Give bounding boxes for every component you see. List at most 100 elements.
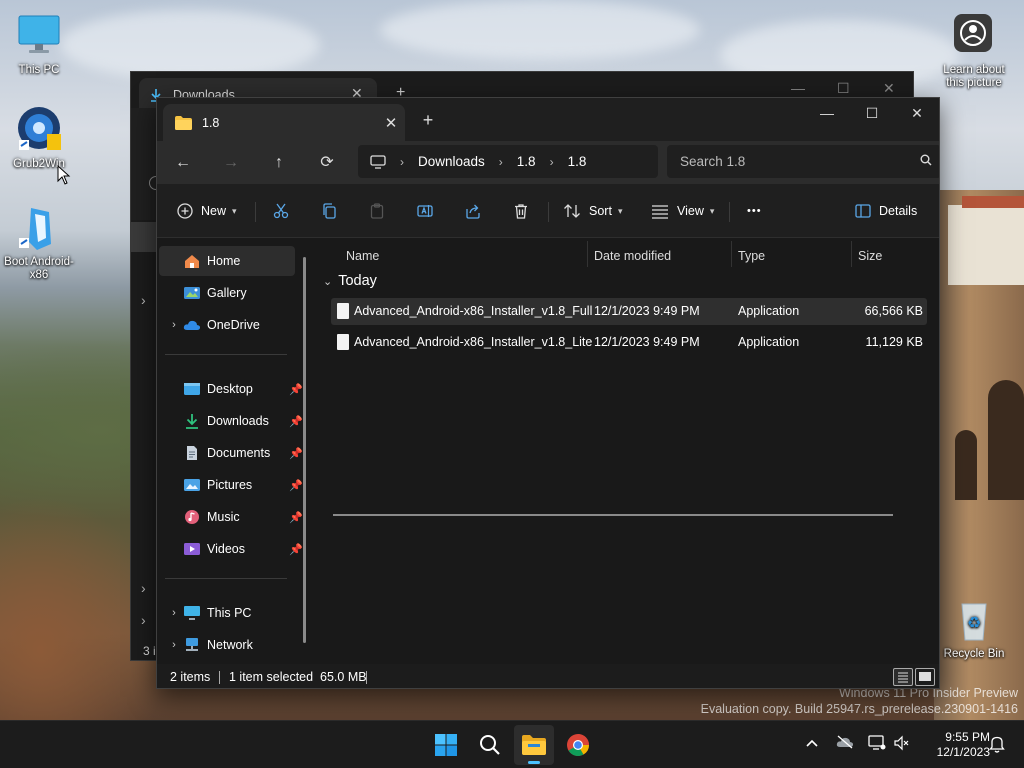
copy-button[interactable] xyxy=(321,197,337,225)
column-divider[interactable] xyxy=(587,241,588,267)
desktop-icon-this-pc[interactable]: This PC xyxy=(1,12,77,77)
sidebar-item-onedrive[interactable]: › OneDrive xyxy=(159,310,295,340)
table-row[interactable]: Advanced_Android-x86_Installer_v1.8_Full… xyxy=(331,298,927,325)
sidebar-item-pictures[interactable]: Pictures 📌 xyxy=(159,470,303,500)
taskbar-chrome[interactable] xyxy=(558,725,598,765)
pin-icon[interactable]: 📌 xyxy=(289,511,303,524)
horizontal-scrollbar[interactable] xyxy=(333,514,893,516)
onedrive-tray-icon[interactable] xyxy=(836,735,854,752)
navigation-bar: ← → ↑ ⟳ › Downloads › 1.8 › 1.8 Search 1… xyxy=(157,141,939,184)
close-button[interactable]: ✕ xyxy=(894,100,939,128)
chevron-down-icon: ▾ xyxy=(617,205,623,216)
taskbar-file-explorer[interactable] xyxy=(514,725,554,765)
column-divider[interactable] xyxy=(731,241,732,267)
details-pane-button[interactable]: Details xyxy=(855,197,917,225)
search-icon[interactable] xyxy=(911,154,939,169)
sort-icon xyxy=(564,204,580,218)
desktop-icon-boot-android[interactable]: Boot Android-x86 xyxy=(1,204,77,282)
sidebar-item-label: Home xyxy=(207,254,241,268)
pin-icon[interactable]: 📌 xyxy=(289,479,303,492)
taskbar-search-button[interactable] xyxy=(470,725,510,765)
search-box[interactable]: Search 1.8 xyxy=(667,145,939,178)
more-options-button[interactable]: ••• xyxy=(747,197,762,225)
sidebar-item-videos[interactable]: Videos 📌 xyxy=(159,534,303,564)
rename-button[interactable] xyxy=(417,197,433,225)
breadcrumb-chevron-icon[interactable]: › xyxy=(400,155,404,169)
pin-icon[interactable]: 📌 xyxy=(289,415,303,428)
breadcrumb-downloads[interactable]: Downloads xyxy=(418,154,485,169)
expand-chevron-icon[interactable]: › xyxy=(165,607,183,619)
tab-close-icon[interactable]: ✕ xyxy=(377,114,405,132)
column-header-name[interactable]: Name xyxy=(346,245,379,267)
expand-chevron-icon[interactable]: › xyxy=(165,639,183,651)
table-row[interactable]: Advanced_Android-x86_Installer_v1.8_Lite… xyxy=(331,329,927,356)
tray-overflow-chevron-icon[interactable] xyxy=(805,735,819,751)
sidebar-item-downloads[interactable]: Downloads 📌 xyxy=(159,406,303,436)
pin-icon[interactable]: 📌 xyxy=(289,543,303,556)
sidebar-item-music[interactable]: Music 📌 xyxy=(159,502,303,532)
network-tray-icon[interactable] xyxy=(868,735,886,754)
sort-button[interactable]: Sort ▾ xyxy=(563,197,622,225)
minimize-button[interactable]: — xyxy=(804,100,850,128)
file-explorer-window[interactable]: 1.8 ✕ + — ☐ ✕ ← → ↑ ⟳ › Downloads › 1.8 … xyxy=(156,97,940,689)
title-bar[interactable]: 1.8 ✕ + — ☐ ✕ xyxy=(157,98,939,141)
pin-icon[interactable]: 📌 xyxy=(289,447,303,460)
desktop-icon-learn-picture[interactable]: Learn about this picture xyxy=(936,12,1012,90)
sidebar-item-network[interactable]: › Network xyxy=(159,630,295,660)
delete-button[interactable] xyxy=(513,197,529,225)
sidebar-item-gallery[interactable]: Gallery xyxy=(159,278,295,308)
view-button[interactable]: View ▾ xyxy=(651,197,714,225)
sidebar-item-home[interactable]: Home xyxy=(159,246,295,276)
clock[interactable]: 9:55 PM 12/1/2023 xyxy=(918,730,990,760)
back-button[interactable]: ← xyxy=(168,148,198,178)
tab-1-8[interactable]: 1.8 ✕ xyxy=(163,104,405,141)
notification-bell-icon[interactable] xyxy=(989,735,1005,756)
details-view-toggle[interactable] xyxy=(893,668,913,686)
breadcrumb-chevron-icon[interactable]: › xyxy=(550,155,554,169)
group-header-today[interactable]: ⌄ Today xyxy=(323,273,377,289)
desktop-icon-grub2win[interactable]: Grub2Win xyxy=(1,106,77,171)
breadcrumb-chevron-icon[interactable]: › xyxy=(499,155,503,169)
forward-button[interactable]: → xyxy=(216,148,246,178)
volume-muted-icon[interactable] xyxy=(894,735,910,754)
background-expand-chevron-icon[interactable]: › xyxy=(141,580,146,596)
column-header-size[interactable]: Size xyxy=(858,245,882,267)
maximize-button[interactable]: ☐ xyxy=(849,100,895,128)
breadcrumb-1-8[interactable]: 1.8 xyxy=(517,154,536,169)
pin-icon[interactable]: 📌 xyxy=(289,383,303,396)
new-tab-button[interactable]: + xyxy=(415,110,441,132)
desktop-icon-recycle-bin[interactable]: ♻ Recycle Bin xyxy=(936,596,1012,661)
status-bar: 2 items 1 item selected 65.0 MB xyxy=(157,664,939,688)
sidebar-item-documents[interactable]: Documents 📌 xyxy=(159,438,303,468)
tiles-view-toggle[interactable] xyxy=(915,668,935,686)
file-name: Advanced_Android-x86_Installer_v1.8_Full xyxy=(354,304,593,318)
paste-button[interactable] xyxy=(369,197,385,225)
folder-icon xyxy=(175,115,192,130)
up-button[interactable]: ↑ xyxy=(264,148,294,178)
sidebar-item-this-pc[interactable]: › This PC xyxy=(159,598,295,628)
sidebar-item-desktop[interactable]: Desktop 📌 xyxy=(159,374,303,404)
new-button[interactable]: New ▾ xyxy=(177,197,237,225)
expand-chevron-icon[interactable]: › xyxy=(165,319,183,331)
chevron-down-icon: ▾ xyxy=(709,205,715,216)
column-header-date[interactable]: Date modified xyxy=(594,245,671,267)
background-close-icon[interactable]: ✕ xyxy=(883,80,895,97)
spotlight-icon xyxy=(950,12,998,60)
breadcrumb-1-8-current[interactable]: 1.8 xyxy=(568,154,587,169)
bridge-arch xyxy=(988,380,1024,500)
address-bar[interactable]: › Downloads › 1.8 › 1.8 xyxy=(358,145,658,178)
clock-date: 12/1/2023 xyxy=(936,745,990,759)
background-maximize-icon[interactable]: ☐ xyxy=(837,80,850,97)
start-button[interactable] xyxy=(426,725,466,765)
share-button[interactable] xyxy=(465,197,481,225)
rename-icon xyxy=(417,205,433,217)
column-header-type[interactable]: Type xyxy=(738,245,765,267)
background-expand-chevron-icon[interactable]: › xyxy=(141,612,146,628)
background-expand-chevron-icon[interactable]: › xyxy=(141,292,146,308)
refresh-button[interactable]: ⟳ xyxy=(312,148,342,178)
background-minimize-icon[interactable]: — xyxy=(791,80,805,96)
column-divider[interactable] xyxy=(851,241,852,267)
sidebar-scrollbar[interactable] xyxy=(303,257,306,643)
monitor-icon xyxy=(15,12,63,60)
cut-button[interactable] xyxy=(273,197,289,225)
